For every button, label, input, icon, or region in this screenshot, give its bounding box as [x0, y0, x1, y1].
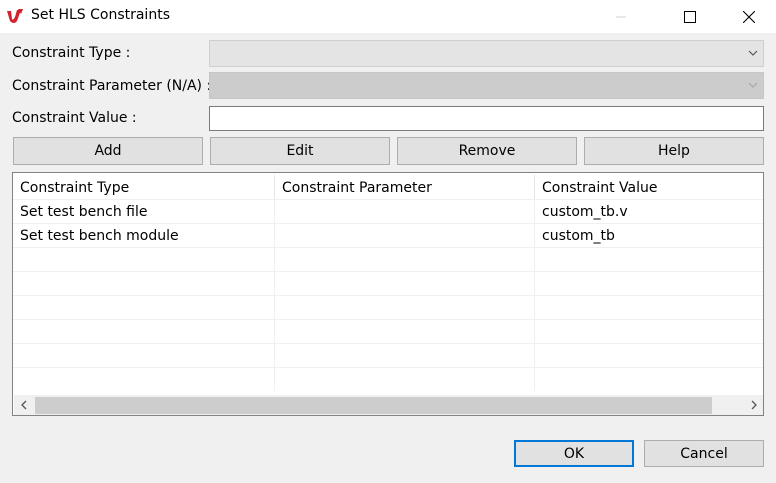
scrollbar-thumb[interactable]	[35, 397, 712, 414]
remove-button[interactable]: Remove	[397, 137, 577, 165]
cancel-button[interactable]: Cancel	[644, 440, 764, 467]
minimize-icon	[616, 16, 626, 17]
table-cell: Set test bench file	[20, 204, 148, 220]
chevron-down-icon	[748, 82, 758, 88]
edit-button[interactable]: Edit	[210, 137, 390, 165]
constraint-type-label: Constraint Type :	[12, 45, 131, 61]
empty-row	[13, 295, 763, 320]
constraint-value-input[interactable]	[209, 106, 764, 131]
empty-row	[13, 319, 763, 344]
chevron-down-icon	[748, 50, 758, 56]
minimize-button[interactable]	[598, 0, 644, 33]
constraint-type-select[interactable]	[209, 40, 764, 67]
empty-row	[13, 247, 763, 272]
table-cell	[274, 223, 534, 247]
constraint-parameter-select	[209, 72, 764, 99]
empty-row	[13, 271, 763, 296]
scroll-right-button[interactable]	[744, 395, 763, 415]
column-header[interactable]: Constraint Parameter	[274, 175, 534, 199]
window-title: Set HLS Constraints	[31, 7, 170, 23]
table-cell	[274, 199, 534, 223]
column-header[interactable]: Constraint Type	[13, 175, 274, 199]
app-logo-icon	[6, 7, 24, 25]
table-cell: custom_tb.v	[534, 199, 763, 223]
add-button[interactable]: Add	[13, 137, 203, 165]
close-button[interactable]	[726, 0, 772, 33]
ok-button[interactable]: OK	[514, 440, 634, 467]
empty-row	[13, 367, 763, 391]
scroll-left-button[interactable]	[14, 395, 34, 415]
table-header-row: Constraint Type Constraint Parameter Con…	[13, 175, 763, 200]
constraint-parameter-label: Constraint Parameter (N/A) :	[12, 78, 212, 94]
help-button[interactable]: Help	[584, 137, 764, 165]
horizontal-scrollbar[interactable]	[14, 395, 763, 415]
maximize-button[interactable]	[667, 0, 713, 33]
table-row[interactable]: Set test bench module custom_tb	[13, 223, 763, 248]
chevron-left-icon	[21, 400, 27, 410]
constraints-table: Constraint Type Constraint Parameter Con…	[12, 172, 764, 416]
empty-row	[13, 343, 763, 368]
maximize-icon	[684, 10, 696, 23]
constraint-value-label: Constraint Value :	[12, 110, 137, 126]
table-cell: custom_tb	[534, 223, 763, 247]
close-icon	[743, 10, 755, 23]
chevron-right-icon	[751, 400, 757, 410]
column-header[interactable]: Constraint Value	[534, 175, 763, 199]
table-row[interactable]: Set test bench file custom_tb.v	[13, 199, 763, 224]
table-cell: Set test bench module	[20, 228, 179, 244]
